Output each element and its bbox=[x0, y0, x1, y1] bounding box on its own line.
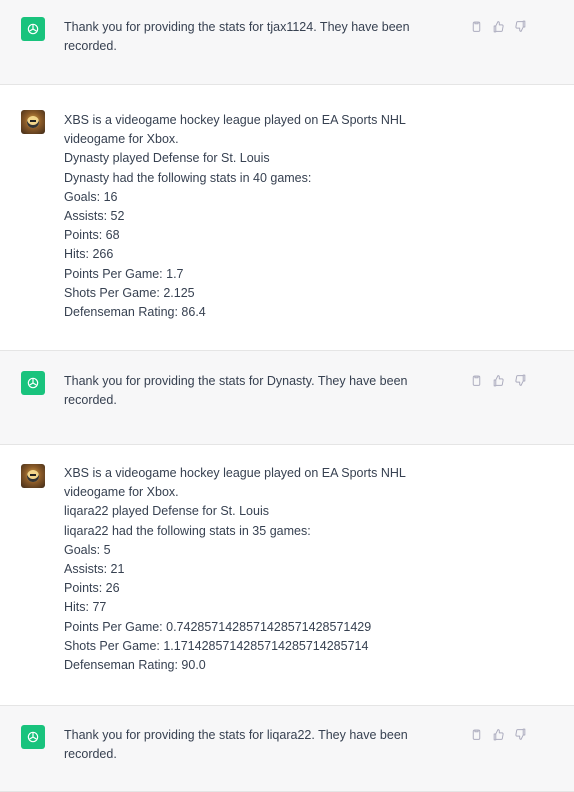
thumbs-up-icon[interactable] bbox=[490, 372, 506, 388]
message-line: Hits: 77 bbox=[64, 600, 107, 615]
assistant-message: Thank you for providing the stats for li… bbox=[0, 705, 574, 792]
message-line: Points: 26 bbox=[64, 581, 120, 596]
message-line: Defenseman Rating: 86.4 bbox=[64, 305, 206, 320]
user-message: XBS is a videogame hockey league played … bbox=[0, 445, 574, 705]
message-line: Assists: 52 bbox=[64, 209, 125, 224]
message-line: Dynasty played Defense for St. Louis bbox=[64, 151, 270, 166]
message-line: recorded. bbox=[64, 747, 117, 762]
thumbs-up-icon[interactable] bbox=[490, 726, 506, 742]
message-line: XBS is a videogame hockey league played … bbox=[64, 113, 406, 127]
message-line: videogame for Xbox. bbox=[64, 132, 179, 147]
clipboard-icon[interactable] bbox=[468, 18, 484, 34]
clipboard-icon[interactable] bbox=[468, 726, 484, 742]
message-line: Goals: 5 bbox=[64, 542, 111, 557]
message-line: Defenseman Rating: 90.0 bbox=[64, 658, 206, 673]
message-line: Dynasty had the following stats in 40 ga… bbox=[64, 170, 312, 185]
message-line: Assists: 21 bbox=[64, 562, 125, 577]
message-actions bbox=[468, 18, 528, 34]
message-line: Thank you for providing the stats for tj… bbox=[64, 20, 410, 34]
assistant-message: Thank you for providing the stats for tj… bbox=[0, 0, 574, 85]
openai-logo-icon bbox=[21, 371, 45, 395]
message-line: Hits: 266 bbox=[64, 247, 114, 262]
clipboard-icon[interactable] bbox=[468, 372, 484, 388]
message-line: XBS is a videogame hockey league played … bbox=[64, 466, 406, 480]
message-line: Points Per Game: 1.7 bbox=[64, 266, 184, 281]
thumbs-down-icon[interactable] bbox=[512, 726, 528, 742]
message-line: liqara22 had the following stats in 35 g… bbox=[64, 523, 311, 538]
message-actions bbox=[468, 372, 528, 388]
message-line: videogame for Xbox. bbox=[64, 485, 179, 500]
message-text: Thank you for providing the stats for Dy… bbox=[64, 372, 454, 410]
thumbs-up-icon[interactable] bbox=[490, 18, 506, 34]
openai-logo-icon bbox=[21, 725, 45, 749]
message-text: Thank you for providing the stats for li… bbox=[64, 726, 454, 764]
message-text: XBS is a videogame hockey league played … bbox=[64, 464, 454, 675]
message-line: Thank you for providing the stats for li… bbox=[64, 728, 408, 742]
message-text: Thank you for providing the stats for tj… bbox=[64, 18, 454, 56]
thumbs-down-icon[interactable] bbox=[512, 18, 528, 34]
message-line: Points: 68 bbox=[64, 228, 120, 243]
message-line: Shots Per Game: 1.1714285714285714285714… bbox=[64, 638, 369, 653]
message-text: XBS is a videogame hockey league played … bbox=[64, 111, 454, 322]
openai-logo-icon bbox=[21, 17, 45, 41]
thumbs-down-icon[interactable] bbox=[512, 372, 528, 388]
message-line: liqara22 played Defense for St. Louis bbox=[64, 504, 269, 519]
message-actions bbox=[468, 726, 528, 742]
message-line: Shots Per Game: 2.125 bbox=[64, 285, 195, 300]
user-message: XBS is a videogame hockey league played … bbox=[0, 85, 574, 350]
user-avatar-icon bbox=[21, 464, 45, 488]
assistant-message: Thank you for providing the stats for Dy… bbox=[0, 350, 574, 445]
message-line: Goals: 16 bbox=[64, 189, 118, 204]
message-line: Points Per Game: 0.742857142857142857142… bbox=[64, 619, 372, 634]
message-line: recorded. bbox=[64, 393, 117, 408]
user-avatar-icon bbox=[21, 110, 45, 134]
message-line: Thank you for providing the stats for Dy… bbox=[64, 374, 408, 388]
message-line: recorded. bbox=[64, 39, 117, 54]
